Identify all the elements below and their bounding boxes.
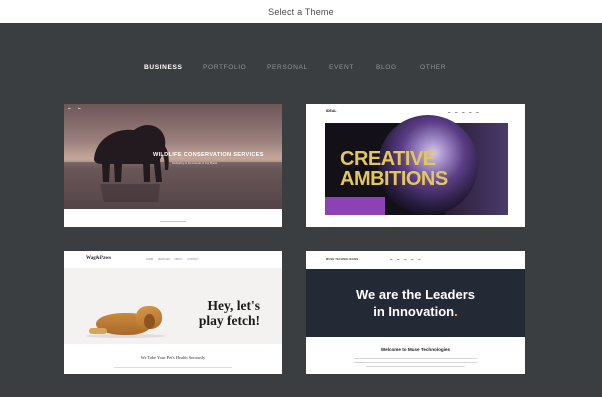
theme-welcome-text: Welcome to Muse Technologies — [380, 347, 451, 352]
puppy-paw — [89, 328, 107, 334]
theme-card-creative[interactable]: IDEAL ▬ ▬ ▬ ▬ ▬ CREATIVE AMBITIONS — [306, 104, 525, 227]
headline-line-1: We are the Leaders — [356, 287, 475, 302]
body-text-line — [354, 358, 477, 359]
theme-preview-image: We are the Leaders in Innovation. — [306, 269, 525, 337]
divider — [160, 221, 186, 222]
theme-footer — [306, 215, 525, 227]
theme-card-pets[interactable]: Wag&Paws HOME SERVICES ABOUT CONTACT Hey… — [64, 251, 282, 374]
theme-preview-image: Hey, let's play fetch! — [64, 268, 282, 344]
page-title: Select a Theme — [268, 6, 334, 17]
theme-logo: Wag&Paws — [86, 256, 111, 261]
theme-logo: IDEAL — [326, 109, 337, 113]
preview-nav: MUSE TECHNOLOGIES ▬ ▬ ▬ ▬ ▬ — [306, 251, 525, 269]
theme-heading: WILDLIFE CONSERVATION SERVICES — [153, 152, 264, 158]
divider — [114, 367, 232, 368]
body-text-line — [354, 362, 477, 363]
preview-nav-mark: ▬ — [78, 107, 81, 110]
tab-event[interactable]: EVENT — [329, 64, 354, 71]
preview-nav: Wag&Paws HOME SERVICES ABOUT CONTACT — [64, 251, 282, 268]
tab-business[interactable]: BUSINESS — [144, 64, 183, 71]
theme-tagline: We Take Your Pet's Health Seriously — [140, 355, 206, 360]
headline-line-2: in Innovation — [373, 304, 455, 319]
theme-subheading: Dedicating to the Animals of Our Planet — [172, 162, 218, 165]
theme-footer — [64, 209, 282, 227]
accent-bar — [325, 197, 385, 215]
preview-nav-links: HOME SERVICES ABOUT CONTACT — [146, 258, 199, 261]
theme-preview-image: ▬ ▬ WILDLIFE CONSERVATION SERVICES Dedic… — [64, 104, 282, 209]
theme-card-wildlife[interactable]: ▬ ▬ WILDLIFE CONSERVATION SERVICES Dedic… — [64, 104, 282, 227]
tab-portfolio[interactable]: PORTFOLIO — [203, 64, 246, 71]
tab-personal[interactable]: PERSONAL — [267, 64, 308, 71]
headline-accent: . — [454, 304, 458, 319]
tab-blog[interactable]: BLOG — [376, 64, 397, 71]
theme-card-tech[interactable]: MUSE TECHNOLOGIES ▬ ▬ ▬ ▬ ▬ We are the L… — [306, 251, 525, 374]
preview-nav-links: ▬ ▬ ▬ ▬ ▬ — [390, 258, 421, 261]
puppy-ear — [144, 314, 155, 329]
tab-other[interactable]: OTHER — [420, 64, 446, 71]
theme-logo: MUSE TECHNOLOGIES — [326, 258, 359, 261]
theme-headline: CREATIVE — [340, 148, 436, 170]
theme-headline: AMBITIONS — [340, 168, 448, 190]
preview-nav-mark: ▬ — [68, 107, 71, 110]
header-bar: Select a Theme — [0, 0, 602, 23]
body-text-line — [366, 366, 465, 367]
preview-nav-links: ▬ ▬ ▬ ▬ ▬ — [448, 111, 479, 114]
theme-headline: We are the Leaders in Innovation. — [306, 286, 525, 320]
theme-preview-image: CREATIVE AMBITIONS — [325, 115, 508, 215]
theme-headline: Hey, let's play fetch! — [198, 298, 260, 328]
